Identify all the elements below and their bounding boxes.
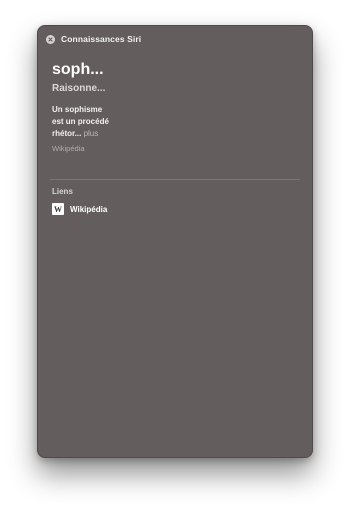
article-source: Wikipédia [52, 144, 85, 153]
link-label: Wikipédia [70, 204, 108, 214]
description-text: Un sophisme est un procédé rhétor... [52, 105, 109, 138]
close-icon[interactable] [46, 34, 55, 44]
window-title: Connaissances Siri [61, 34, 142, 44]
article-summary: soph... Raisonne... Un sophisme est un p… [52, 60, 300, 154]
article-description: Un sophisme est un procédé rhétor... plu… [52, 104, 112, 140]
window-titlebar: Connaissances Siri [46, 34, 141, 44]
more-link[interactable]: plus [84, 129, 99, 138]
article-subtitle: Raisonne... [52, 83, 106, 94]
article-title: soph... [52, 61, 104, 78]
link-item-wikipedia[interactable]: W Wikipédia [52, 203, 107, 215]
section-divider [50, 179, 300, 180]
wikipedia-icon: W [52, 203, 64, 215]
links-section-title: Liens [52, 187, 73, 196]
siri-knowledge-window: Connaissances Siri soph... Raisonne... U… [37, 25, 313, 458]
